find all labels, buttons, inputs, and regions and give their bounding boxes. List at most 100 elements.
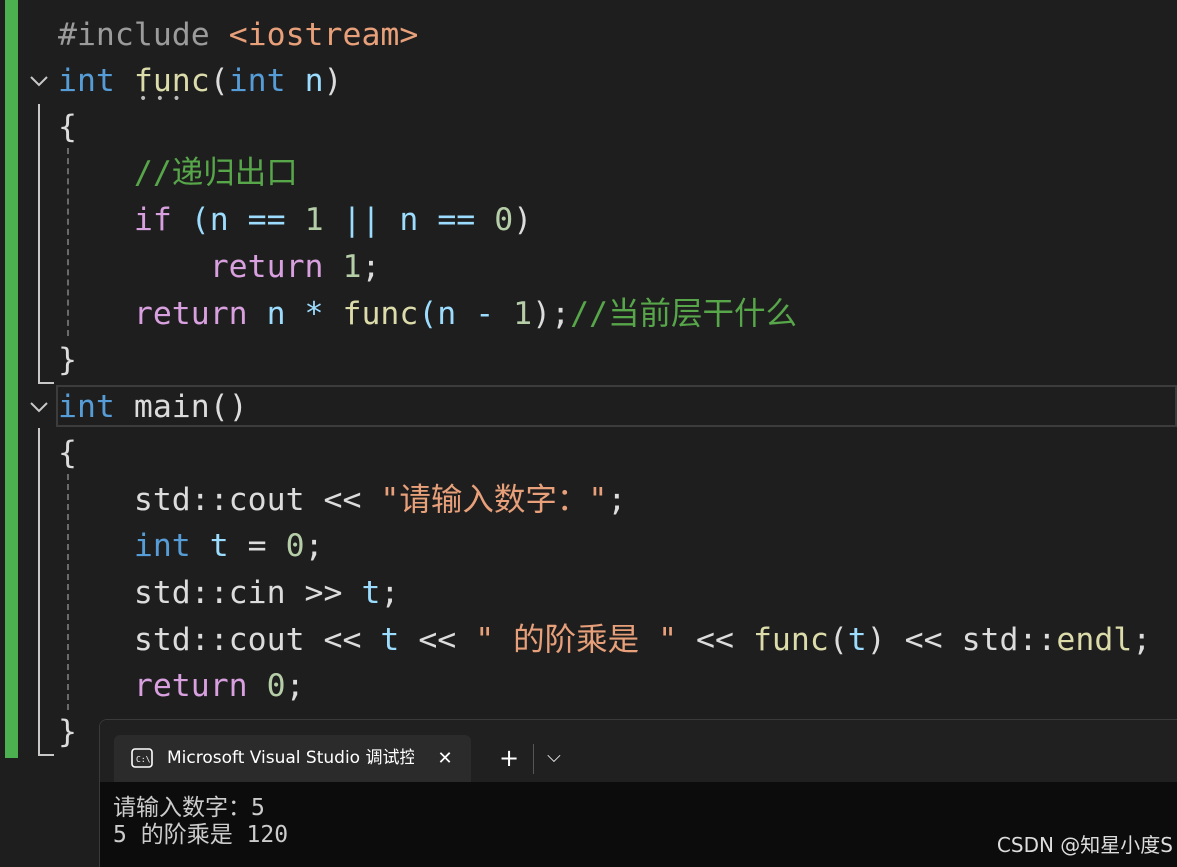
code-token: n [285, 63, 324, 99]
code-token: return [133, 296, 248, 332]
code-token: ; [285, 668, 305, 704]
code-token: t [847, 622, 867, 658]
code-line[interactable]: std::cin >> t; [58, 570, 400, 617]
code-token: ) [323, 63, 343, 99]
code-token: //递归出口 [58, 155, 298, 191]
code-token: ; [1132, 622, 1152, 658]
code-token: << [399, 622, 476, 658]
code-token: #include [58, 17, 229, 53]
code-token: ) << std:: [866, 622, 1057, 658]
code-token: ( [828, 622, 848, 658]
terminal-tab-title: Microsoft Visual Studio 调试控制台 [167, 748, 414, 768]
code-line[interactable]: { [58, 104, 77, 151]
code-line[interactable]: } [58, 709, 77, 756]
code-line[interactable]: int func(int n) [58, 58, 343, 105]
code-token: ; [380, 575, 400, 611]
code-line[interactable]: } [58, 337, 77, 384]
code-token: int [228, 63, 286, 99]
code-token: int [58, 63, 115, 99]
code-token: << [677, 622, 753, 658]
code-token: 1 [304, 202, 324, 238]
console-icon: C:\ [131, 748, 153, 768]
code-line[interactable]: return n * func(n - 1);//当前层干什么 [58, 291, 797, 338]
code-line[interactable]: //递归出口 [58, 150, 298, 197]
code-token: int [58, 389, 115, 425]
console-output-line: 请输入数字：5 [113, 795, 265, 821]
code-token: { [58, 435, 77, 471]
code-line[interactable]: std::cout << "请输入数字："; [58, 477, 626, 524]
code-token: 0 [266, 668, 286, 704]
code-token: || n == [323, 202, 495, 238]
code-line[interactable]: return 1; [58, 244, 381, 291]
fold-chevron-icon[interactable] [28, 70, 50, 92]
outline-guide [38, 382, 54, 384]
code-line[interactable]: if (n == 1 || n == 0) [58, 197, 532, 244]
terminal-tab-bar: C:\ Microsoft Visual Studio 调试控制台 ✕ + ⌵ [100, 720, 1177, 782]
code-token: (n - [418, 296, 514, 332]
close-icon[interactable]: ✕ [431, 735, 459, 782]
code-token: std::cin >> [58, 575, 362, 611]
code-token: ) [513, 202, 533, 238]
code-token: return [133, 668, 248, 704]
code-token: t [209, 528, 229, 564]
code-token: endl [1056, 622, 1133, 658]
new-tab-button[interactable]: + [493, 735, 525, 782]
code-line[interactable]: std::cout << t << " 的阶乘是 " << func(t) <<… [58, 617, 1151, 664]
code-token: ; [361, 249, 381, 285]
code-token: std::cout << [58, 482, 381, 518]
code-line[interactable]: return 0; [58, 663, 305, 710]
code-token: ( [209, 63, 229, 99]
outline-guide [38, 104, 40, 384]
console-output-line: 5 的阶乘是 120 [113, 822, 289, 848]
code-token: ); [532, 296, 571, 332]
terminal-tab[interactable]: C:\ Microsoft Visual Studio 调试控制台 ✕ [114, 735, 471, 782]
outline-guide [38, 428, 40, 756]
code-token: std::cout << [58, 622, 381, 658]
code-token: <iostream> [228, 17, 419, 53]
svg-text:C:\: C:\ [136, 755, 151, 764]
code-token: return [209, 249, 324, 285]
code-token: { [58, 109, 77, 145]
code-token: 1 [342, 249, 362, 285]
code-token: ; [607, 482, 627, 518]
code-token: " 的阶乘是 " [475, 622, 678, 658]
code-token: } [58, 714, 77, 750]
code-token: 0 [494, 202, 514, 238]
code-token: 0 [285, 528, 305, 564]
code-line[interactable]: { [58, 430, 77, 477]
code-token: = [228, 528, 286, 564]
code-token: main() [114, 389, 248, 425]
code-token: func [752, 622, 829, 658]
watermark: CSDN @知星小度S [996, 833, 1173, 857]
code-line[interactable]: #include <iostream> [58, 12, 418, 59]
code-token: //当前层干什么 [570, 296, 798, 332]
code-token: } [58, 342, 77, 378]
code-token: int [133, 528, 191, 564]
code-line[interactable]: int main() [58, 384, 248, 431]
code-token: (n == [171, 202, 305, 238]
code-token: n * [247, 296, 343, 332]
chevron-down-icon[interactable]: ⌵ [541, 735, 567, 782]
fold-chevron-icon[interactable] [28, 396, 50, 418]
code-token: func [342, 296, 419, 332]
code-token: t [380, 622, 400, 658]
tab-separator [533, 744, 534, 774]
code-editor[interactable]: • • • #include <iostream> int func(int n)… [0, 0, 1177, 760]
code-token: if [133, 202, 172, 238]
code-line[interactable]: int t = 0; [58, 523, 324, 570]
change-indicator-bar [5, 0, 18, 758]
outline-guide [38, 754, 54, 756]
code-token: "请输入数字：" [380, 482, 608, 518]
code-token: 1 [513, 296, 533, 332]
code-token: ; [304, 528, 324, 564]
code-token: func [133, 63, 210, 99]
